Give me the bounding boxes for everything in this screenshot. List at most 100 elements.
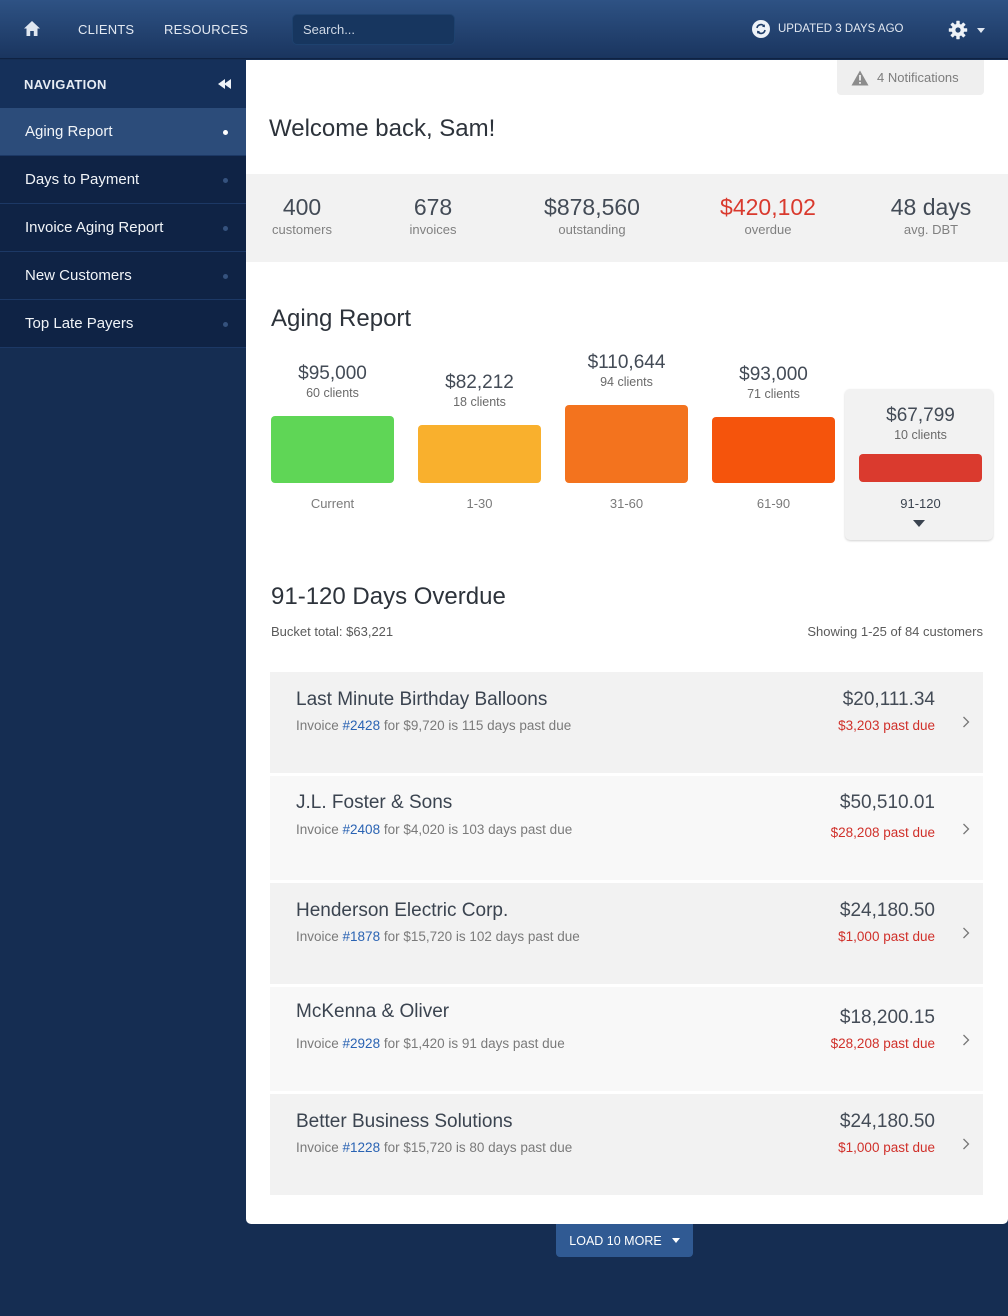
stat-value: $420,102 [720,194,816,220]
caret-down-icon [671,1238,680,1243]
stat-caption: overdue [744,222,792,237]
sidebar-item-label: Invoice Aging Report [25,219,164,236]
stat-overdue: $420,102 overdue [720,194,816,237]
desc-prefix: Invoice [296,718,343,733]
desc-suffix: for $1,420 is 91 days past due [380,1036,565,1051]
bucket-clients: 94 clients [600,375,653,389]
aging-report-title: Aging Report [271,305,412,332]
desc-suffix: for $15,720 is 80 days past due [380,1140,573,1155]
past-due-amount: $1,000 past due [838,1140,935,1155]
updated-status[interactable]: UPDATED 3 DAYS AGO [752,20,903,38]
sidebar-item-label: New Customers [25,267,132,284]
bucket-amount: $67,799 [886,405,955,426]
chevron-right-icon[interactable] [962,823,970,835]
notifications-button[interactable]: 4 Notifications [837,60,984,95]
bucket-amount: $95,000 [298,363,367,384]
bucket-bar-91-120[interactable] [859,454,982,482]
top-bar: CLIENTS RESOURCES UPDATED 3 DAYS AGO [0,0,1008,59]
desc-suffix: for $15,720 is 102 days past due [380,929,580,944]
invoice-link[interactable]: #2928 [343,1036,381,1051]
customer-row[interactable]: Henderson Electric Corp. Invoice #1878 fo… [270,883,983,984]
indicator-dot [223,274,228,279]
customer-name: Henderson Electric Corp. [296,900,509,921]
sidebar-item-aging-report[interactable]: Aging Report [0,108,246,156]
summary-stats: 400 customers 678 invoices $878,560 outs… [246,174,1008,262]
bucket-clients: 18 clients [453,395,506,409]
invoice-link[interactable]: #2408 [343,822,381,837]
customer-name: Last Minute Birthday Balloons [296,689,548,710]
sidebar-header: NAVIGATION [0,60,246,108]
customer-amount: $20,111.34 [842,689,935,710]
load-more-button[interactable]: LOAD 10 MORE [556,1224,693,1257]
invoice-link[interactable]: #1228 [343,1140,381,1155]
chevron-right-icon[interactable] [962,1034,970,1046]
load-more-label: LOAD 10 MORE [569,1233,662,1248]
search-input[interactable] [292,14,455,45]
customer-row[interactable]: Better Business Solutions Invoice #1228 f… [270,1094,983,1195]
collapse-sidebar-icon[interactable] [218,79,232,89]
bucket-header: $110,644 94 clients [565,352,688,389]
desc-suffix: for $9,720 is 115 days past due [380,718,572,733]
sidebar-item-label: Days to Payment [25,171,140,188]
nav-resources[interactable]: RESOURCES [164,22,248,37]
stat-value: 48 days [890,194,972,220]
settings-dropdown-caret[interactable] [977,28,985,33]
notifications-label: 4 Notifications [877,70,959,85]
chevron-right-icon[interactable] [962,927,970,939]
bucket-bar-current[interactable] [271,416,394,483]
customer-amount: $50,510.01 [839,792,935,813]
invoice-link[interactable]: #2428 [343,718,381,733]
indicator-dot [223,322,228,327]
bucket-clients: 71 clients [747,387,800,401]
bucket-label: Current [310,496,355,511]
sidebar-item-label: Aging Report [25,123,113,140]
bucket-label: 61-90 [756,496,791,511]
customer-row[interactable]: McKenna & Oliver Invoice #2928 for $1,420… [270,987,983,1091]
invoice-description: Invoice #2428 for $9,720 is 115 days pas… [296,718,571,733]
sidebar-item-new-customers[interactable]: New Customers [0,252,246,300]
bucket-clients: 10 clients [894,428,947,442]
showing-count: Showing 1-25 of 84 customers [807,624,983,639]
invoice-description: Invoice #1228 for $15,720 is 80 days pas… [296,1140,572,1155]
desc-prefix: Invoice [296,822,343,837]
customer-amount: $24,180.50 [839,1111,935,1132]
indicator-dot [223,178,228,183]
bucket-bar-1-30[interactable] [418,425,541,483]
sidebar-item-invoice-aging-report[interactable]: Invoice Aging Report [0,204,246,252]
past-due-amount: $1,000 past due [838,929,935,944]
home-icon[interactable] [23,20,41,37]
stat-value: 678 [413,194,453,220]
sidebar-title: NAVIGATION [24,77,107,92]
stat-outstanding: $878,560 outstanding [544,194,640,237]
bucket-header: $67,799 10 clients [859,405,982,442]
customer-row[interactable]: Last Minute Birthday Balloons Invoice #24… [270,672,983,773]
customer-amount: $18,200.15 [839,1007,935,1028]
gear-icon[interactable] [948,20,968,40]
chevron-right-icon[interactable] [962,716,970,728]
bucket-detail-title: 91-120 Days Overdue [271,583,506,610]
customer-amount: $24,180.50 [839,900,935,921]
bucket-clients: 60 clients [306,386,359,400]
customer-name: Better Business Solutions [296,1111,513,1132]
desc-prefix: Invoice [296,929,343,944]
invoice-link[interactable]: #1878 [343,929,381,944]
stat-caption: invoices [409,222,457,237]
invoice-description: Invoice #2928 for $1,420 is 91 days past… [296,1036,565,1051]
bucket-amount: $110,644 [587,352,666,373]
invoice-description: Invoice #1878 for $15,720 is 102 days pa… [296,929,580,944]
overdue-customer-list: Last Minute Birthday Balloons Invoice #24… [270,672,983,1198]
bucket-label: 1-30 [466,496,493,511]
bucket-bar-61-90[interactable] [712,417,835,483]
bucket-bar-31-60[interactable] [565,405,688,483]
bucket-label: 31-60 [609,496,644,511]
invoice-description: Invoice #2408 for $4,020 is 103 days pas… [296,822,572,837]
chevron-right-icon[interactable] [962,1138,970,1150]
customer-row[interactable]: J.L. Foster & Sons Invoice #2408 for $4,0… [270,776,983,880]
stat-caption: customers [272,222,332,237]
sidebar-item-days-to-payment[interactable]: Days to Payment [0,156,246,204]
bucket-header: $95,000 60 clients [271,363,394,400]
sidebar-item-top-late-payers[interactable]: Top Late Payers [0,300,246,348]
nav-clients[interactable]: CLIENTS [78,22,134,37]
stat-value: 400 [282,194,322,220]
welcome-heading: Welcome back, Sam! [269,115,496,142]
